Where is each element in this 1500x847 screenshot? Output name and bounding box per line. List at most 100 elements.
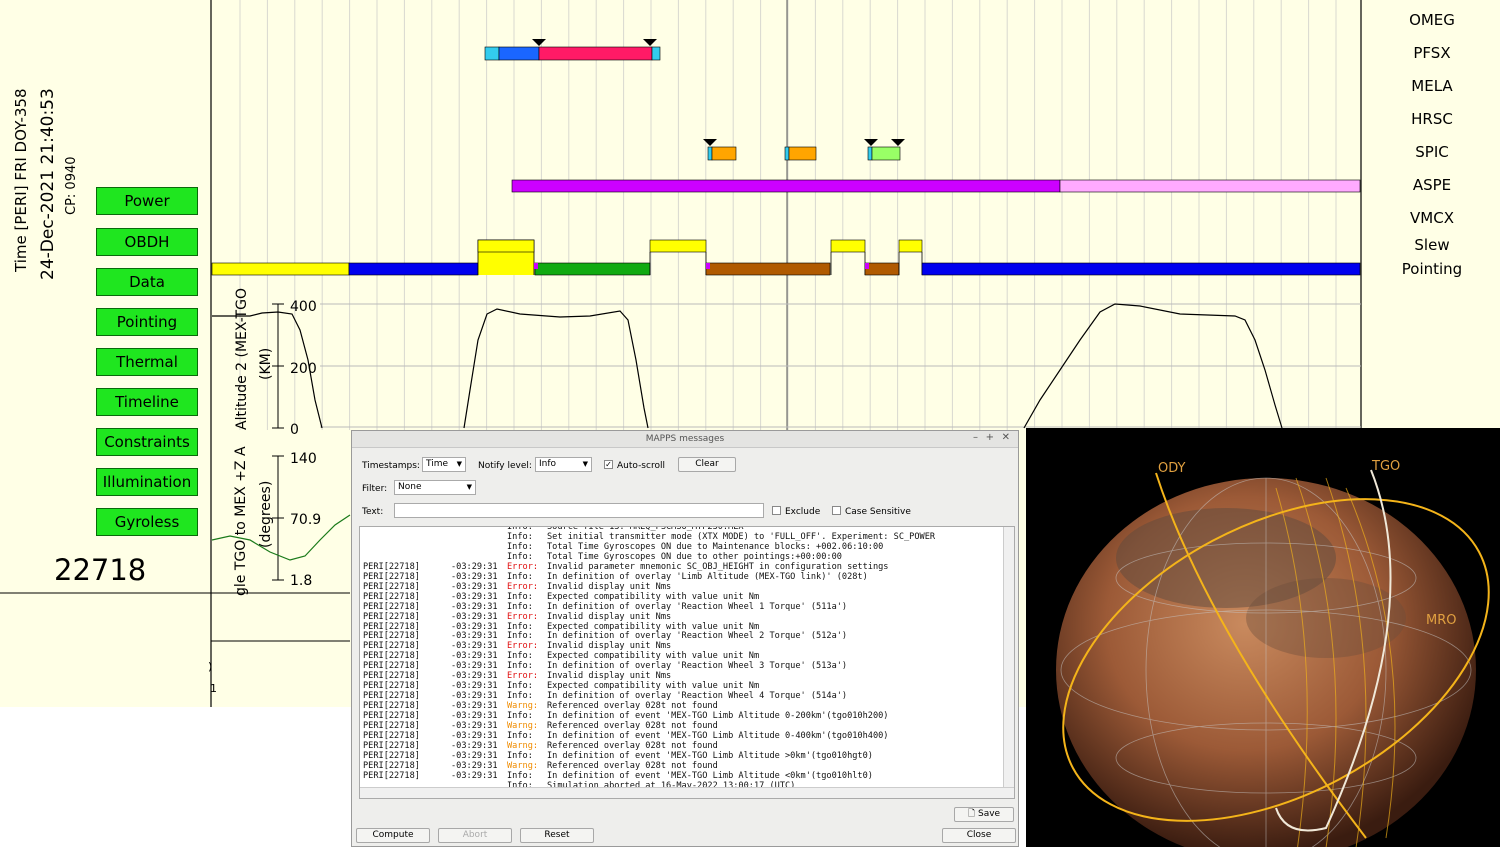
angle-ylabel: gle TGO to MEX +Z A <box>233 446 249 596</box>
tgo-label: TGO <box>1371 459 1400 474</box>
mars-3d-view[interactable]: ODY TGO MRO <box>1026 428 1500 847</box>
log-source: PERI[22718] <box>363 770 420 781</box>
log-message: In definition of event 'MEX-TGO Limb Alt… <box>547 770 873 781</box>
instrument-label-slew: Slew <box>1414 236 1450 254</box>
timestamps-value: Time <box>426 459 449 469</box>
alt-tick-200: 200 <box>290 361 317 377</box>
case-sensitive-label: Case Sensitive <box>845 507 911 517</box>
log-message: In definition of event 'MEX-TGO Limb Alt… <box>547 711 889 722</box>
case-sensitive-checkbox[interactable] <box>832 506 841 515</box>
thermal-button[interactable]: Thermal <box>96 348 198 376</box>
angle-tick-709: 70.9 <box>290 512 321 528</box>
log-message: Invalid display unit Nms <box>547 611 672 622</box>
angle-tick-140: 140 <box>290 451 317 467</box>
lower-tick: 1 <box>210 682 217 695</box>
chevron-down-icon: ▼ <box>466 483 472 491</box>
mro-label: MRO <box>1426 613 1456 628</box>
instrument-label-hrsc: HRSC <box>1411 110 1453 128</box>
close-icon[interactable]: ✕ <box>1002 432 1010 443</box>
log-message: In definition of overlay 'Reaction Wheel… <box>547 661 848 672</box>
notify-select[interactable]: Info ▼ <box>535 457 592 472</box>
log-message: Total Time Gyroscopes ON due to Maintena… <box>547 541 884 552</box>
log-message: Invalid display unit Nms <box>547 641 672 652</box>
power-button[interactable]: Power <box>96 187 198 215</box>
log-message: In definition of event 'MEX-TGO Limb Alt… <box>547 731 889 742</box>
minimize-icon[interactable]: – <box>973 432 978 443</box>
log-message: Referenced overlay 028t not found <box>547 721 718 732</box>
log-message: In definition of overlay 'Limb Altitude … <box>547 571 868 582</box>
log-message: Invalid display unit Nms <box>547 581 672 592</box>
clear-button[interactable]: Clear <box>678 457 736 472</box>
timeline-header: Time [PERI] FRI DOY-358 24-Dec-2021 21:4… <box>10 40 90 290</box>
instrument-label-omeg: OMEG <box>1409 11 1455 29</box>
close-button[interactable]: Close <box>942 828 1016 843</box>
constraints-button[interactable]: Constraints <box>96 428 198 456</box>
instrument-label-pfsx: PFSX <box>1413 44 1451 62</box>
maximize-icon[interactable]: + <box>986 432 994 443</box>
abort-button: Abort <box>438 828 512 843</box>
log-message: Set initial transmitter mode (XTX MODE) … <box>547 531 936 542</box>
date-line: 24-Dec-2021 21:40:53 <box>38 88 58 280</box>
filter-label: Filter: <box>362 484 388 494</box>
log-message: Expected compatibility with value unit N… <box>547 681 760 692</box>
text-filter-input[interactable] <box>394 503 764 518</box>
log-message: Total Time Gyroscopes ON due to other po… <box>547 551 842 562</box>
instrument-label-mela: MELA <box>1411 77 1453 95</box>
log-message: Expected compatibility with value unit N… <box>547 621 760 632</box>
save-label: Save <box>978 809 1001 819</box>
ody-label: ODY <box>1158 461 1186 476</box>
filter-value: None <box>398 482 422 492</box>
altitude-unit: (KM) <box>258 348 274 380</box>
pointing-button[interactable]: Pointing <box>96 308 198 336</box>
log-lines: Info: Source file 13: MREQ_PSCMSO_MTP230.… <box>363 527 936 792</box>
aspe-activity[interactable] <box>511 179 1361 193</box>
save-icon: 🗋 <box>967 809 978 819</box>
filter-select[interactable]: None ▼ <box>394 480 476 495</box>
data-button[interactable]: Data <box>96 268 198 296</box>
mapps-messages-dialog: MAPPS messages – + ✕ Timestamps: Time ▼ N… <box>351 430 1019 847</box>
time-line: Time [PERI] FRI DOY-358 <box>12 88 30 272</box>
autoscroll-label: Auto-scroll <box>617 461 665 471</box>
reset-button[interactable]: Reset <box>520 828 594 843</box>
compute-button[interactable]: Compute <box>356 828 430 843</box>
gyroless-button[interactable]: Gyroless <box>96 508 198 536</box>
message-log[interactable]: Info: Source file 13: MREQ_PSCMSO_MTP230.… <box>359 526 1015 799</box>
notify-label: Notify level: <box>478 461 532 471</box>
vertical-scrollbar[interactable] <box>1003 527 1014 798</box>
notify-value: Info <box>539 459 557 469</box>
autoscroll-checkbox[interactable]: ✓ <box>604 460 613 469</box>
log-message: Referenced overlay 028t not found <box>547 701 718 712</box>
timestamps-select[interactable]: Time ▼ <box>422 457 466 472</box>
log-message: Invalid display unit Nms <box>547 671 672 682</box>
svg-text:): ) <box>208 660 212 673</box>
angle-tick-18: 1.8 <box>290 573 312 589</box>
log-message: In definition of overlay 'Reaction Wheel… <box>547 601 848 612</box>
text-label: Text: <box>362 507 384 517</box>
timestamps-label: Timestamps: <box>362 461 420 471</box>
log-message: In definition of event 'MEX-TGO Limb Alt… <box>547 750 873 761</box>
instrument-label-pointing: Pointing <box>1401 260 1463 278</box>
illumination-button[interactable]: Illumination <box>96 468 198 496</box>
log-message: Invalid parameter mnemonic SC_OBJ_HEIGHT… <box>547 561 889 572</box>
save-button[interactable]: 🗋 Save <box>954 807 1014 822</box>
alt-tick-400: 400 <box>290 299 317 315</box>
log-time: -03:29:31 <box>451 770 498 781</box>
log-message: Referenced overlay 028t not found <box>547 740 718 751</box>
dialog-title: MAPPS messages <box>352 431 1018 448</box>
obdh-button[interactable]: OBDH <box>96 228 198 256</box>
log-message: In definition of overlay 'Reaction Wheel… <box>547 631 848 642</box>
cp-line: CP: 0940 <box>64 156 79 215</box>
log-message: Referenced overlay 028t not found <box>547 760 718 771</box>
chevron-down-icon: ▼ <box>582 460 588 468</box>
timeline-button[interactable]: Timeline <box>96 388 198 416</box>
instrument-label-vmcx: VMCX <box>1410 209 1454 227</box>
alt-tick-0: 0 <box>290 422 299 438</box>
log-message: In definition of overlay 'Reaction Wheel… <box>547 691 848 702</box>
orbit-number: 22718 <box>54 553 147 587</box>
horizontal-scrollbar[interactable] <box>360 787 1014 798</box>
exclude-checkbox[interactable] <box>772 506 781 515</box>
instrument-label-spic: SPIC <box>1415 143 1449 161</box>
angle-unit: (degrees) <box>258 481 274 548</box>
altitude-ylabel: Altitude 2 (MEX-TGO <box>234 288 250 430</box>
exclude-label: Exclude <box>785 507 821 517</box>
